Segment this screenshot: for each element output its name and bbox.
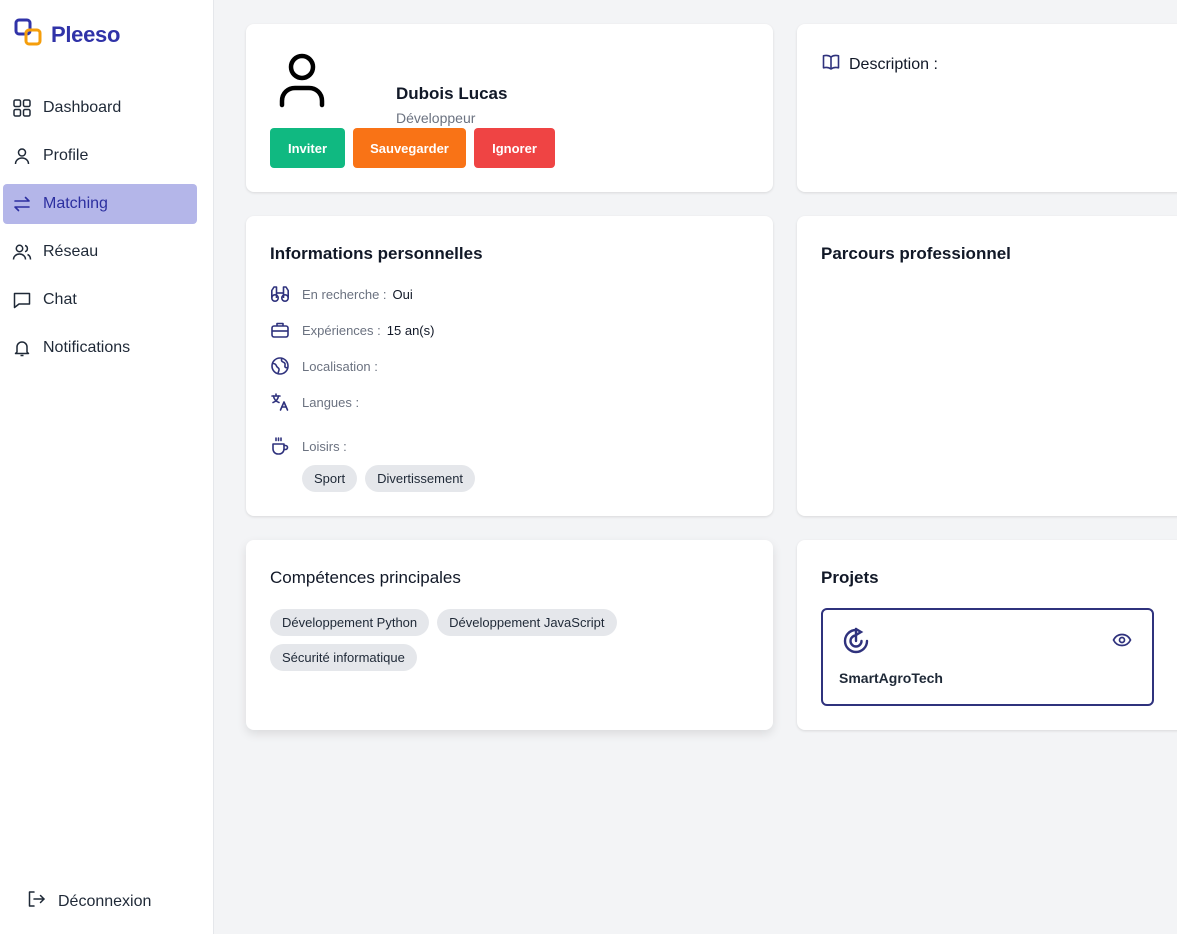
- sidebar-item-label: Chat: [43, 291, 77, 308]
- hobby-chip: Sport: [302, 465, 358, 492]
- personal-info-card: Informations personnelles En recherche :…: [246, 216, 773, 516]
- description-title: Description :: [849, 55, 938, 73]
- book-icon: [821, 52, 841, 77]
- skill-chip: Développement JavaScript: [437, 609, 617, 636]
- sidebar-item-matching[interactable]: Matching: [3, 184, 197, 224]
- sidebar-item-label: Profile: [43, 147, 89, 164]
- description-card: Description :: [797, 24, 1177, 192]
- projects-title: Projets: [821, 568, 879, 587]
- sidebar-item-profile[interactable]: Profile: [3, 136, 197, 176]
- logout-icon: [26, 889, 46, 914]
- projects-card: Projets SmartAgroTech: [797, 540, 1177, 730]
- project-target-icon: [841, 626, 871, 661]
- info-row-hobbies: Loisirs :: [270, 436, 347, 456]
- profile-name: Dubois Lucas: [396, 84, 508, 103]
- sidebar-item-reseau[interactable]: Réseau: [3, 232, 197, 272]
- logout-button[interactable]: Déconnexion: [26, 889, 151, 914]
- sidebar-item-notifications[interactable]: Notifications: [3, 328, 197, 368]
- globe-icon: [270, 356, 290, 376]
- info-label: Loisirs :: [302, 438, 347, 454]
- info-label: En recherche :: [302, 286, 387, 302]
- project-card[interactable]: SmartAgroTech: [821, 608, 1154, 706]
- hobby-chips: Sport Divertissement: [302, 465, 476, 492]
- sidebar-item-chat[interactable]: Chat: [3, 280, 197, 320]
- avatar-icon: [278, 52, 326, 108]
- profile-role: Développeur: [396, 110, 476, 126]
- info-row-languages: Langues :: [270, 392, 365, 412]
- brand[interactable]: Pleeso: [14, 18, 120, 51]
- info-label: Langues :: [302, 394, 360, 410]
- cup-icon: [270, 436, 290, 456]
- info-row-searching: En recherche : Oui: [270, 284, 413, 304]
- arrows-exchange-icon: [11, 193, 33, 215]
- personal-info-title: Informations personnelles: [270, 244, 483, 263]
- invite-button[interactable]: Inviter: [270, 128, 345, 168]
- skills-title: Compétences principales: [270, 568, 461, 587]
- info-label: Expériences :: [302, 322, 381, 338]
- sidebar-nav: Dashboard Profile Matching Réseau Chat N…: [3, 88, 197, 376]
- skill-chip: Développement Python: [270, 609, 430, 636]
- grid-icon: [11, 97, 33, 119]
- action-buttons: Inviter Sauvegarder Ignorer: [270, 128, 555, 168]
- sidebar-item-label: Matching: [43, 195, 108, 212]
- info-row-experience: Expériences : 15 an(s): [270, 320, 434, 340]
- message-icon: [11, 289, 33, 311]
- sidebar-item-label: Notifications: [43, 339, 131, 356]
- bell-icon: [11, 337, 33, 359]
- translate-icon: [270, 392, 290, 412]
- skill-chips: Développement Python Développement JavaS…: [270, 609, 690, 671]
- sidebar-item-dashboard[interactable]: Dashboard: [3, 88, 197, 128]
- info-row-location: Localisation :: [270, 356, 384, 376]
- binoculars-icon: [270, 284, 290, 304]
- users-icon: [11, 241, 33, 263]
- sidebar-item-label: Dashboard: [43, 99, 122, 116]
- career-title: Parcours professionnel: [821, 244, 1011, 263]
- briefcase-icon: [270, 320, 290, 340]
- save-button[interactable]: Sauvegarder: [353, 128, 466, 168]
- description-heading: Description :: [821, 52, 938, 77]
- brand-name: Pleeso: [51, 21, 121, 47]
- user-icon: [11, 145, 33, 167]
- ignore-button[interactable]: Ignorer: [474, 128, 555, 168]
- hobby-chip: Divertissement: [365, 465, 476, 492]
- profile-header-card: Dubois Lucas Développeur Inviter Sauvega…: [246, 24, 773, 192]
- project-name: SmartAgroTech: [839, 670, 943, 686]
- skills-card: Compétences principales Développement Py…: [246, 540, 773, 730]
- skill-chip: Sécurité informatique: [270, 644, 417, 671]
- eye-icon[interactable]: [1112, 632, 1132, 653]
- pleeso-logo-icon: [14, 18, 42, 51]
- info-label: Localisation :: [302, 358, 378, 374]
- sidebar-item-label: Réseau: [43, 243, 99, 260]
- career-card: Parcours professionnel: [797, 216, 1177, 516]
- info-value: 15 an(s): [386, 322, 435, 338]
- logout-label: Déconnexion: [58, 892, 152, 910]
- sidebar: Pleeso Dashboard Profile Matching Réseau…: [0, 0, 214, 934]
- info-value: Oui: [392, 286, 413, 302]
